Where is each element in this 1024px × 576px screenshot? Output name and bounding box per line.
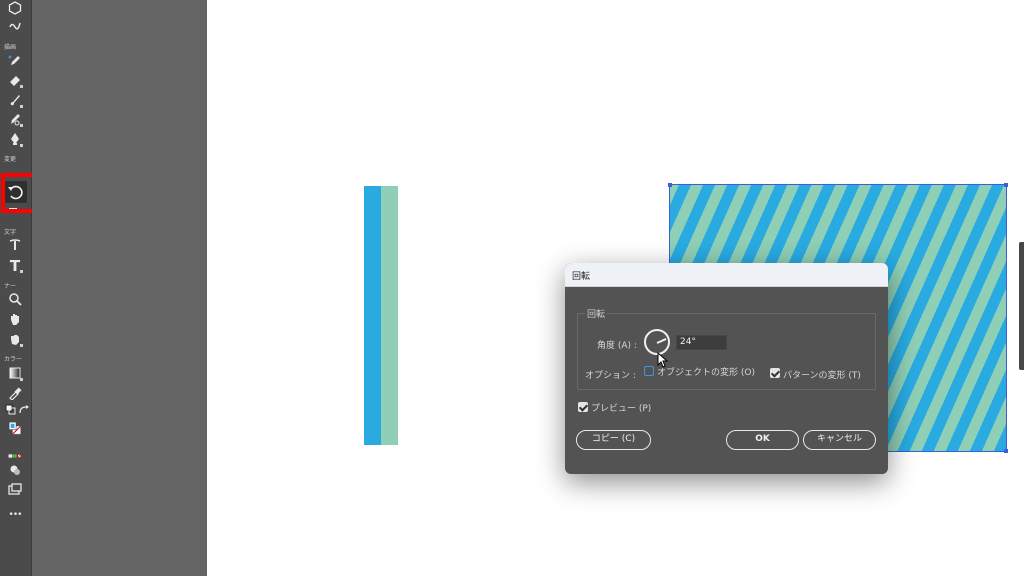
- type-icon[interactable]: T: [5, 258, 25, 274]
- transform-patterns-label[interactable]: パターンの変形 (T): [783, 368, 861, 381]
- gradient-icon[interactable]: [5, 366, 25, 382]
- selection-handle[interactable]: [1004, 449, 1008, 453]
- draw-mode-icon[interactable]: [5, 463, 25, 479]
- screen-mode-icon[interactable]: [5, 482, 25, 498]
- print-tiling-icon[interactable]: [5, 332, 25, 348]
- polygon-icon[interactable]: [5, 1, 25, 17]
- transform-objects-checkbox[interactable]: [644, 366, 654, 376]
- collapsed-panel-tab[interactable]: [1019, 242, 1024, 370]
- mouse-cursor-icon: [657, 352, 669, 368]
- brush-icon[interactable]: [5, 93, 25, 109]
- blob-brush-icon[interactable]: [5, 112, 25, 128]
- transform-patterns-checkbox[interactable]: [770, 368, 780, 378]
- ok-button[interactable]: OK: [726, 430, 799, 450]
- cancel-button[interactable]: キャンセル: [803, 430, 876, 450]
- eraser-icon[interactable]: [5, 73, 25, 89]
- green-stripe: [381, 186, 398, 445]
- navigate-group-label: ナー: [4, 283, 17, 290]
- transform-objects-label[interactable]: オブジェクトの変形 (O): [657, 365, 755, 378]
- preview-label[interactable]: プレビュー (P): [591, 401, 651, 414]
- color-mode-icon[interactable]: [2, 449, 28, 459]
- swap-colors-icon[interactable]: [14, 404, 34, 420]
- shaper-icon[interactable]: [5, 19, 25, 35]
- dialog-title: 回転: [572, 272, 591, 282]
- color-group-label: カラー: [4, 356, 23, 363]
- angle-input[interactable]: 24°: [676, 335, 727, 350]
- tools-panel: 描画 変更 文字 T ナー カラー •••: [0, 0, 32, 576]
- type-on-path-icon[interactable]: [5, 238, 25, 254]
- pen-icon[interactable]: [5, 132, 25, 148]
- stripe-swatch-object[interactable]: [364, 186, 398, 445]
- pencil-icon[interactable]: [5, 53, 25, 69]
- selection-handle[interactable]: [668, 183, 672, 187]
- type-group-label: 文字: [4, 229, 17, 236]
- preview-checkbox[interactable]: [578, 402, 588, 412]
- draw-group-label: 描画: [4, 44, 17, 51]
- rotate-dialog: 回転 回転 角度 (A) : 24° オプション : オブジェクトの変形 (O)…: [565, 263, 888, 474]
- copy-button[interactable]: コピー (C): [576, 430, 651, 450]
- angle-dial-needle: [656, 338, 667, 344]
- panel-background: [32, 0, 207, 576]
- selection-handle[interactable]: [1004, 183, 1008, 187]
- modify-group-label: 変更: [4, 156, 17, 163]
- dialog-titlebar[interactable]: 回転: [565, 263, 888, 287]
- zoom-icon[interactable]: [5, 292, 25, 308]
- angle-label: 角度 (A) :: [597, 341, 637, 351]
- hand-icon[interactable]: [5, 312, 25, 328]
- blue-stripe: [364, 186, 381, 445]
- fill-stroke-icon[interactable]: [2, 421, 28, 447]
- rotate-group-label: 回転: [585, 307, 608, 320]
- options-label: オプション :: [585, 371, 636, 381]
- eyedropper-icon[interactable]: [5, 386, 25, 402]
- more-tools-icon[interactable]: •••: [5, 507, 25, 523]
